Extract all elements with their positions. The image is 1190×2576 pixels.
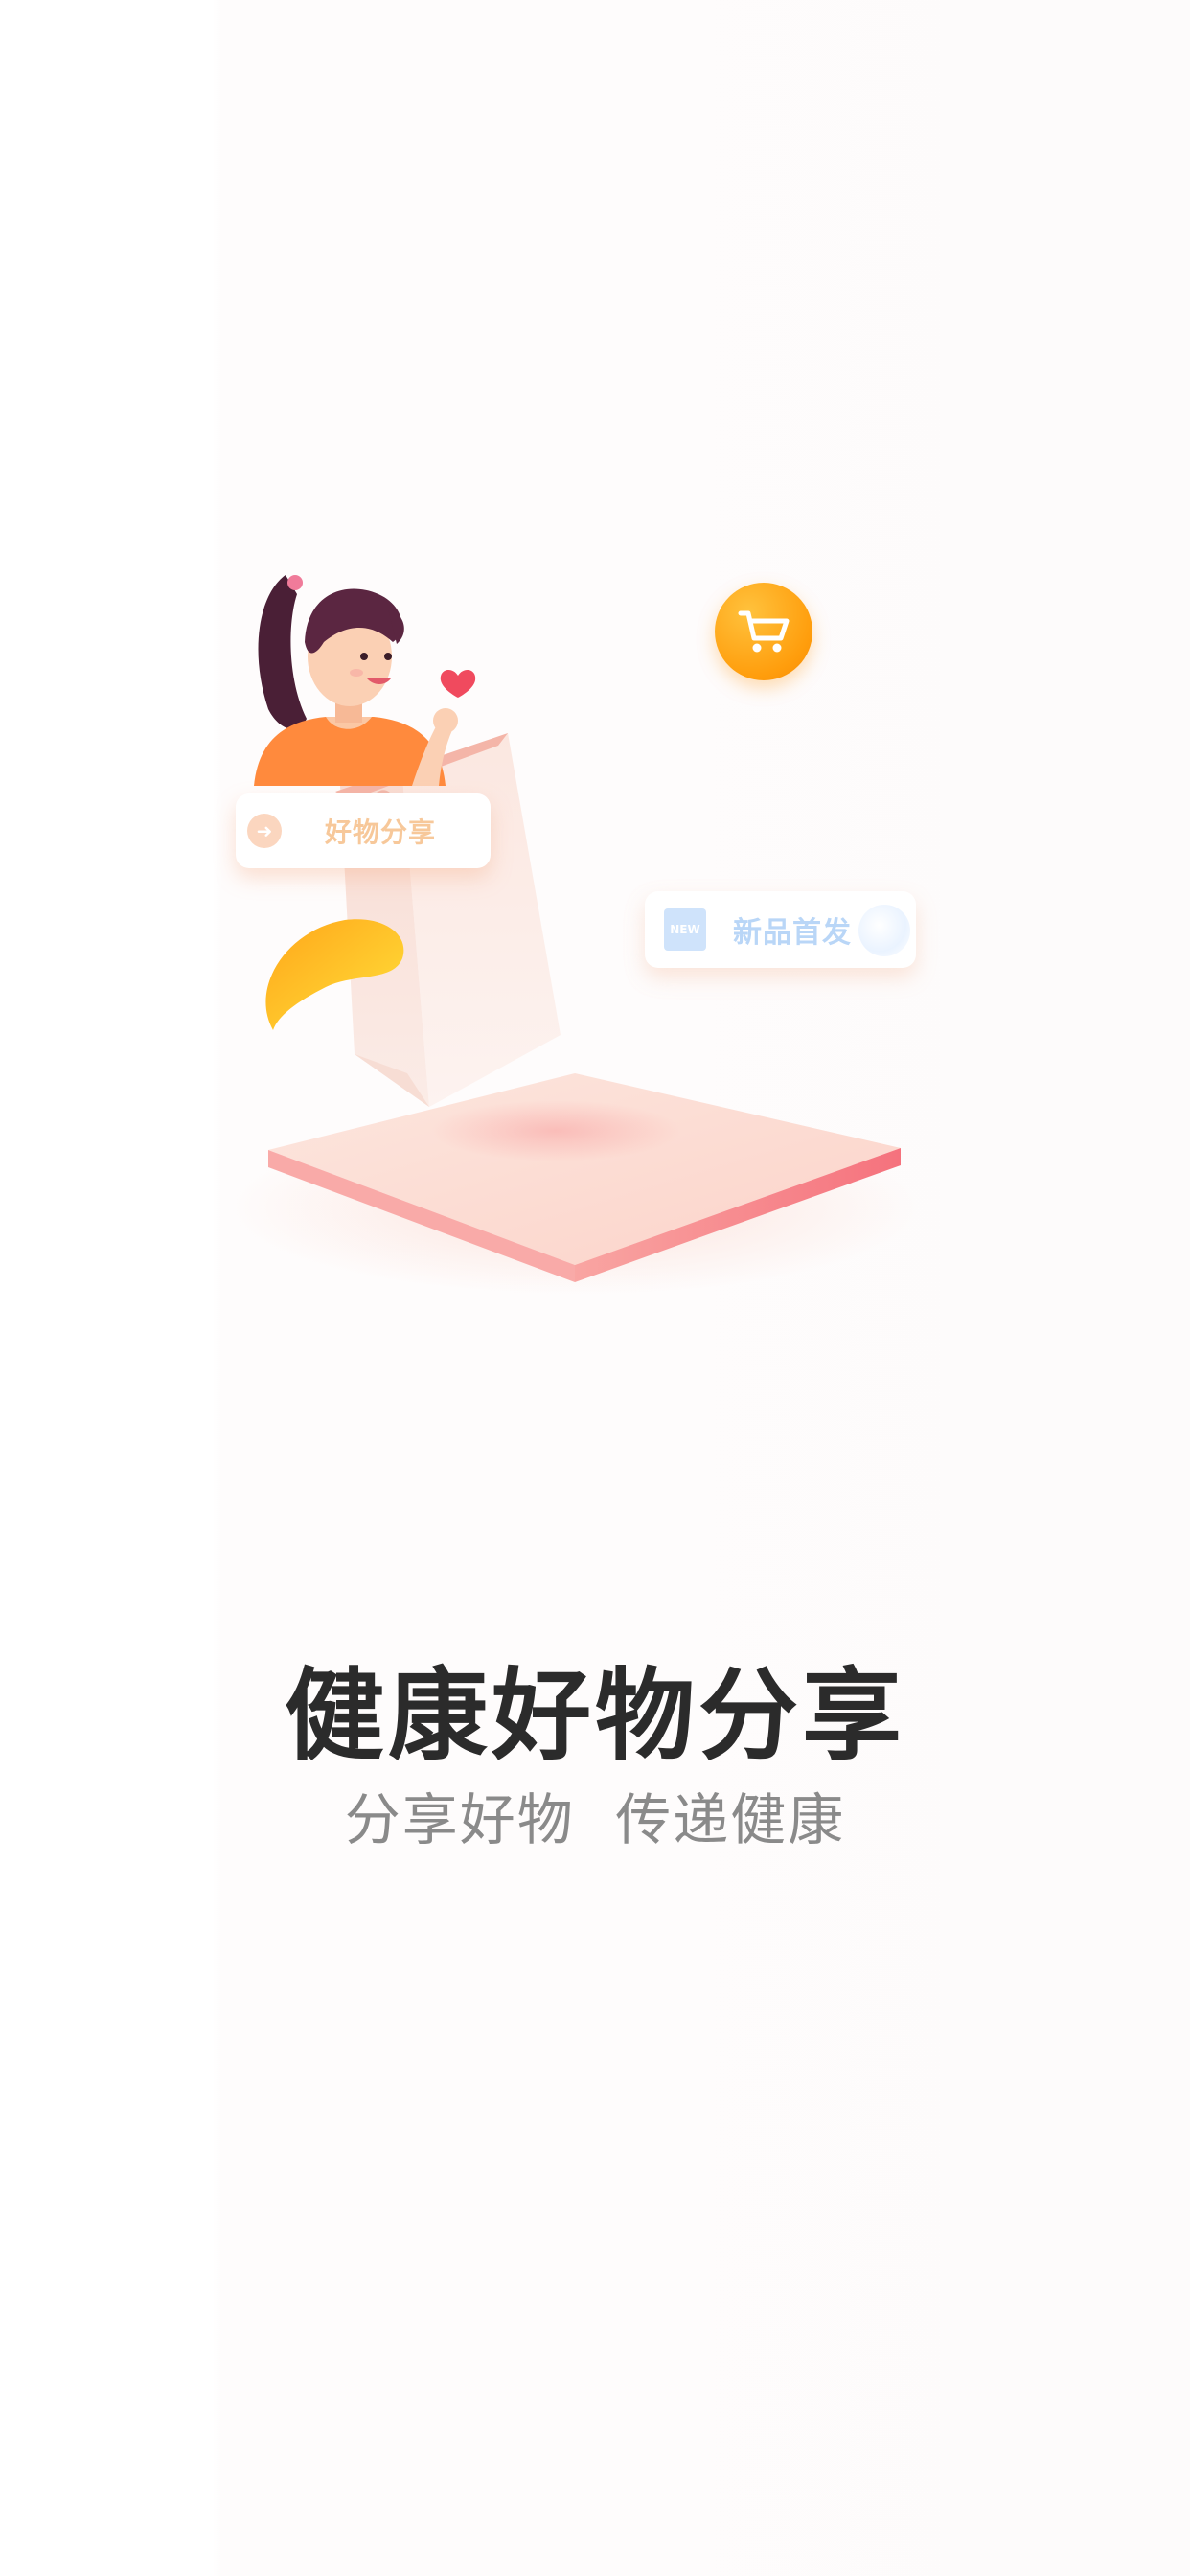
cart-icon <box>715 583 812 680</box>
chip-decoration <box>858 905 910 956</box>
splash-subtitle: 分享好物 传递健康 <box>344 1787 846 1852</box>
splash-title: 健康好物分享 <box>284 1657 905 1774</box>
woman-figure <box>254 575 476 786</box>
share-chip-label: 好物分享 <box>325 816 437 848</box>
new-chip-label: 新品首发 <box>733 916 852 950</box>
shopping-bag-icon <box>335 733 561 1107</box>
share-goods-chip: ➜ 好物分享 <box>236 794 491 868</box>
new-badge-icon: NEW <box>664 908 706 951</box>
new-arrival-chip: NEW 新品首发 <box>645 891 916 968</box>
splash-screen: ➜ 好物分享 NEW 新品首发 健康好物分享 分享好物 传递健康 <box>0 0 1190 2576</box>
heart-icon <box>440 669 476 698</box>
share-icon: ➜ <box>247 814 282 848</box>
